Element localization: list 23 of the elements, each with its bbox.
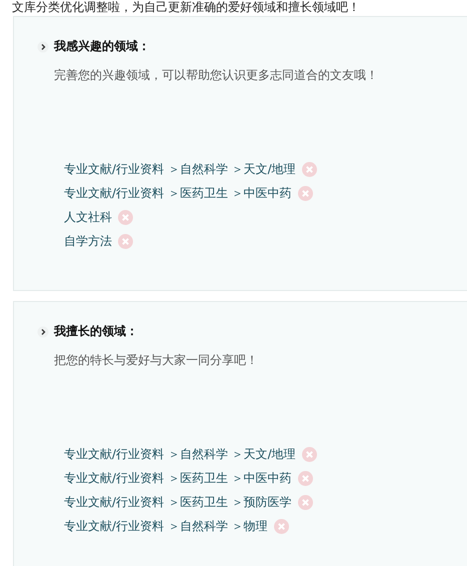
remove-icon[interactable] <box>274 518 289 534</box>
remove-icon[interactable] <box>118 210 133 224</box>
remove-icon[interactable] <box>302 446 317 462</box>
remove-icon[interactable] <box>118 234 133 248</box>
section-subtitle: 完善您的兴趣领域，可以帮助您认识更多志同道合的文友哦！ <box>54 67 379 84</box>
category-path: 专业文献/行业资料 ＞自然科学 ＞天文/地理 <box>64 446 296 462</box>
remove-icon[interactable] <box>298 494 313 510</box>
category-path: 专业文献/行业资料 ＞自然科学 ＞天文/地理 <box>64 160 296 178</box>
remove-icon[interactable] <box>302 162 317 176</box>
category-path: 专业文献/行业资料 ＞医药卫生 ＞中医中药 <box>64 470 292 486</box>
section-title: 我感兴趣的领域： <box>54 38 150 55</box>
intro-text: 文库分类优化调整啦，为自己更新准确的爱好领域和擅长领域吧！ <box>11 0 361 14</box>
remove-icon[interactable] <box>298 186 313 200</box>
category-path: 自学方法 <box>64 232 112 250</box>
category-path: 专业文献/行业资料 ＞自然科学 ＞物理 <box>64 518 268 534</box>
remove-icon[interactable] <box>298 470 313 486</box>
category-path: 专业文献/行业资料 ＞医药卫生 ＞预防医学 <box>64 494 292 510</box>
section-title: 我擅长的领域： <box>54 323 138 340</box>
chevron-icon <box>37 326 49 338</box>
category-path: 专业文献/行业资料 ＞医药卫生 ＞中医中药 <box>64 184 292 202</box>
chevron-icon <box>37 40 49 52</box>
section-subtitle: 把您的特长与爱好与大家一同分享吧！ <box>54 352 259 369</box>
category-path: 人文社科 <box>64 208 112 226</box>
